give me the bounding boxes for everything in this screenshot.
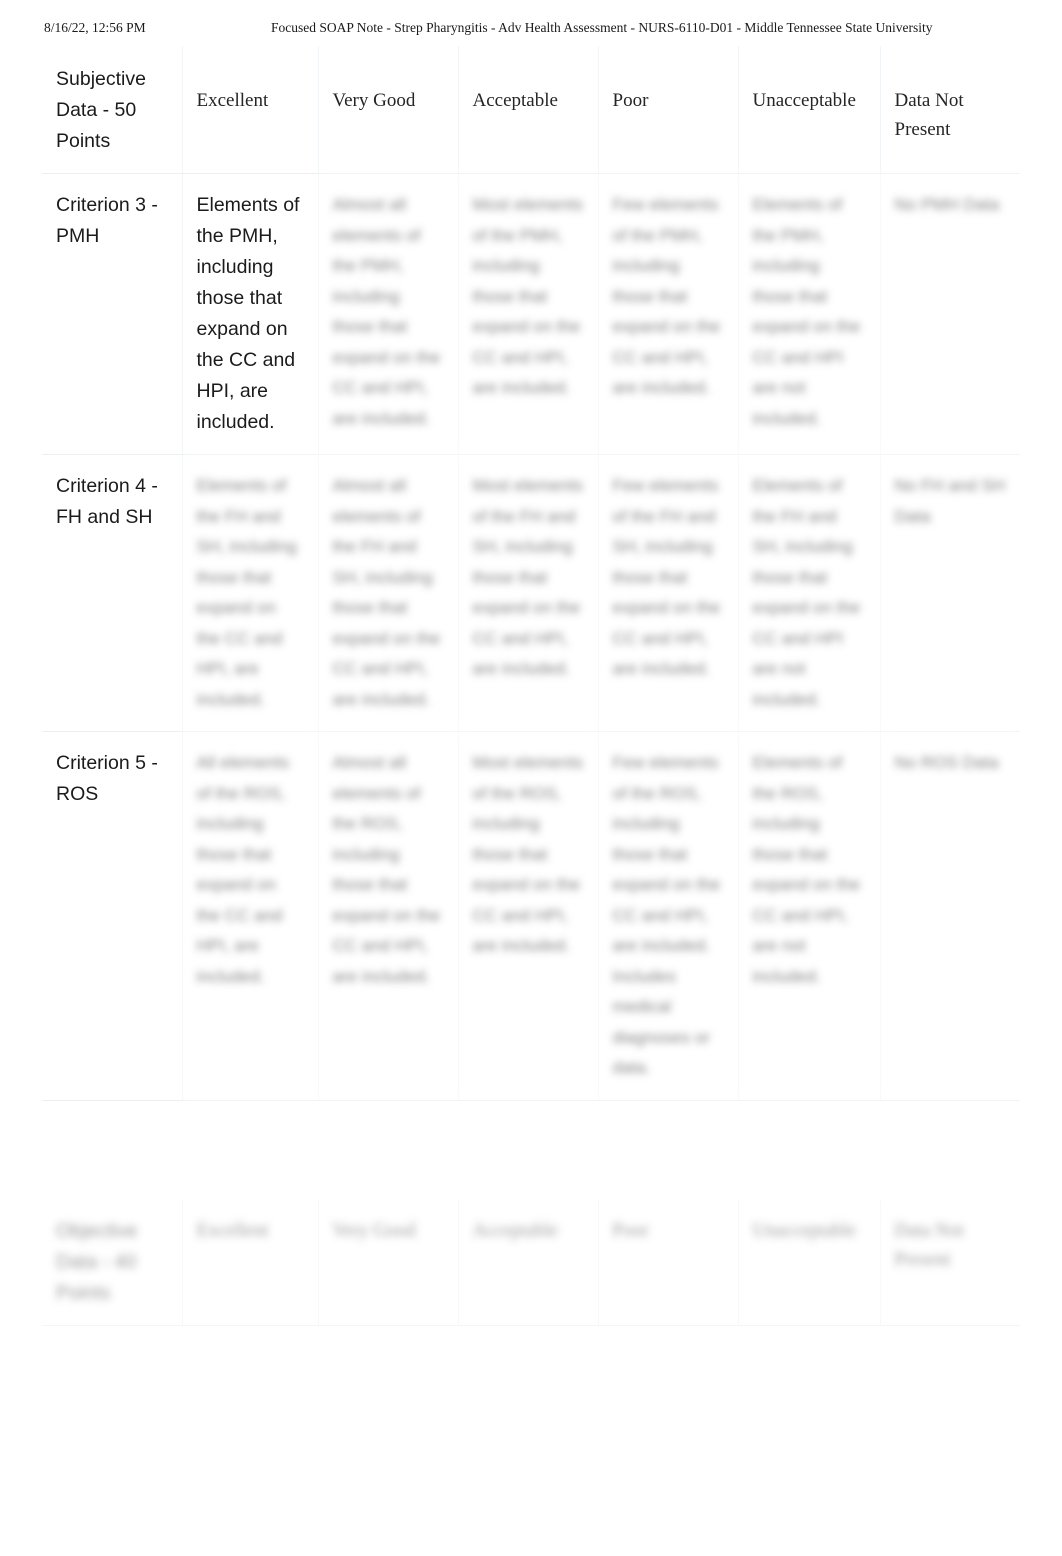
cell-very-good: Almost all elements of the ROS, includin…: [317, 731, 458, 1101]
header-level-very-good: Very Good: [317, 1200, 458, 1326]
row-criterion-label: Criterion 3 - PMH: [42, 173, 182, 455]
cell-excellent: Elements of the FH and SH, including tho…: [181, 454, 318, 732]
header-level-data-not-present: Data Not Present: [879, 1200, 1020, 1326]
cell-very-good: Almost all elements of the PMH, includin…: [317, 173, 458, 455]
cell-poor: Few elements of the FH and SH, including…: [597, 454, 738, 732]
rubric-table: Subjective Data - 50 Points Excellent Ve…: [42, 46, 1020, 1101]
cell-acceptable: Most elements of the ROS, including thos…: [457, 731, 598, 1101]
print-title: Focused SOAP Note - Strep Pharyngitis - …: [271, 20, 933, 35]
header-level-poor: Poor: [597, 46, 738, 174]
header-level-excellent: Excellent: [181, 1200, 318, 1326]
cell-poor: Few elements of the ROS, including those…: [597, 731, 738, 1101]
header-level-unacceptable: Unacceptable: [737, 1200, 880, 1326]
table-header-row: Objective Data - 40 Points Excellent Ver…: [42, 1200, 1020, 1326]
rubric-table-objective: Objective Data - 40 Points Excellent Ver…: [42, 1200, 1020, 1326]
cell-poor: Few elements of the PMH, including those…: [597, 173, 738, 455]
rubric-table-subjective: Subjective Data - 50 Points Excellent Ve…: [42, 46, 1020, 1101]
header-level-very-good: Very Good: [317, 46, 458, 174]
header-level-unacceptable: Unacceptable: [737, 46, 880, 174]
table-row: Criterion 5 - ROS All elements of the RO…: [42, 731, 1020, 1101]
cell-unacceptable: Elements of the ROS, including those tha…: [737, 731, 880, 1101]
print-header: 8/16/22, 12:56 PM Focused SOAP Note - St…: [0, 20, 1062, 44]
header-level-acceptable: Acceptable: [457, 1200, 598, 1326]
header-criterion: Subjective Data - 50 Points: [42, 46, 182, 174]
cell-excellent: Elements of the PMH, including those tha…: [181, 173, 318, 455]
cell-acceptable: Most elements of the PMH, including thos…: [457, 173, 598, 455]
cell-very-good: Almost all elements of the FH and SH, in…: [317, 454, 458, 732]
header-level-poor: Poor: [597, 1200, 738, 1326]
table-row: Criterion 3 - PMH Elements of the PMH, i…: [42, 173, 1020, 455]
header-level-data-not-present: Data Not Present: [879, 46, 1020, 174]
row-criterion-label: Criterion 5 - ROS: [42, 731, 182, 1101]
cell-excellent: All elements of the ROS, including those…: [181, 731, 318, 1101]
page-break-gap: [42, 1186, 1020, 1200]
cell-data-not-present: No ROS Data: [879, 731, 1020, 1101]
cell-unacceptable: Elements of the FH and SH, including tho…: [737, 454, 880, 732]
header-level-excellent: Excellent: [181, 46, 318, 174]
cell-unacceptable: Elements of the PMH, including those tha…: [737, 173, 880, 455]
cell-acceptable: Most elements of the FH and SH, includin…: [457, 454, 598, 732]
cell-data-not-present: No FH and SH Data: [879, 454, 1020, 732]
row-criterion-label: Criterion 4 - FH and SH: [42, 454, 182, 732]
print-date: 8/16/22, 12:56 PM: [44, 20, 146, 35]
header-level-acceptable: Acceptable: [457, 46, 598, 174]
header-criterion: Objective Data - 40 Points: [42, 1200, 182, 1326]
cell-data-not-present: No PMH Data: [879, 173, 1020, 455]
table-header-row: Subjective Data - 50 Points Excellent Ve…: [42, 46, 1020, 174]
table-row: Criterion 4 - FH and SH Elements of the …: [42, 454, 1020, 732]
rubric-table: Objective Data - 40 Points Excellent Ver…: [42, 1200, 1020, 1326]
